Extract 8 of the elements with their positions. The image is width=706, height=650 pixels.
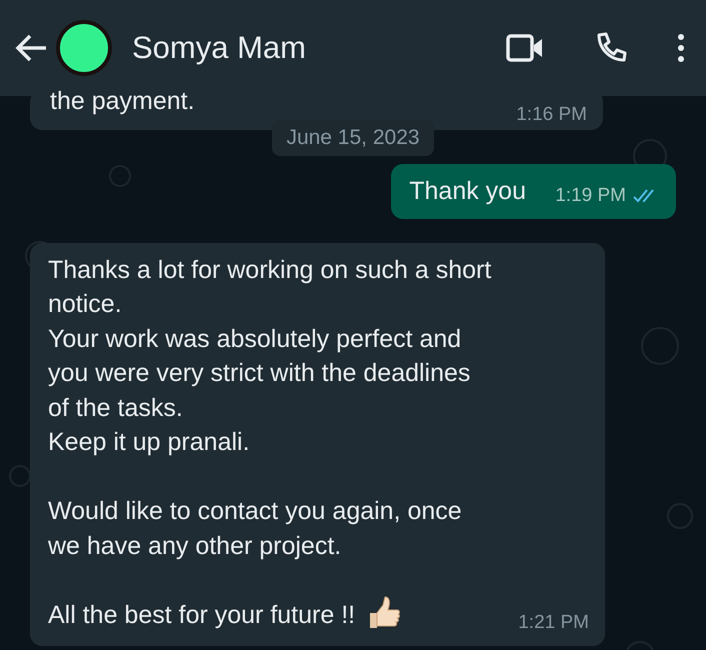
message-time: 1:19 PM (555, 184, 626, 206)
message-text: Thanks a lot for working on such a short notice. Your work was absolutely perfect and you were very strict with the deadlines of the tasks. Keep it up pranali. Would like to contact you again, once we have any other project. All the best for your future !! (48, 254, 492, 630)
date-label: June 15, 2023 (272, 120, 434, 156)
message-text: the payment. (50, 90, 196, 112)
message-text: Thank you (409, 176, 526, 207)
message-time: 1:16 PM (516, 104, 587, 126)
contact-name[interactable]: Somya Mam (132, 30, 498, 66)
message-time: 1:21 PM (518, 612, 589, 634)
